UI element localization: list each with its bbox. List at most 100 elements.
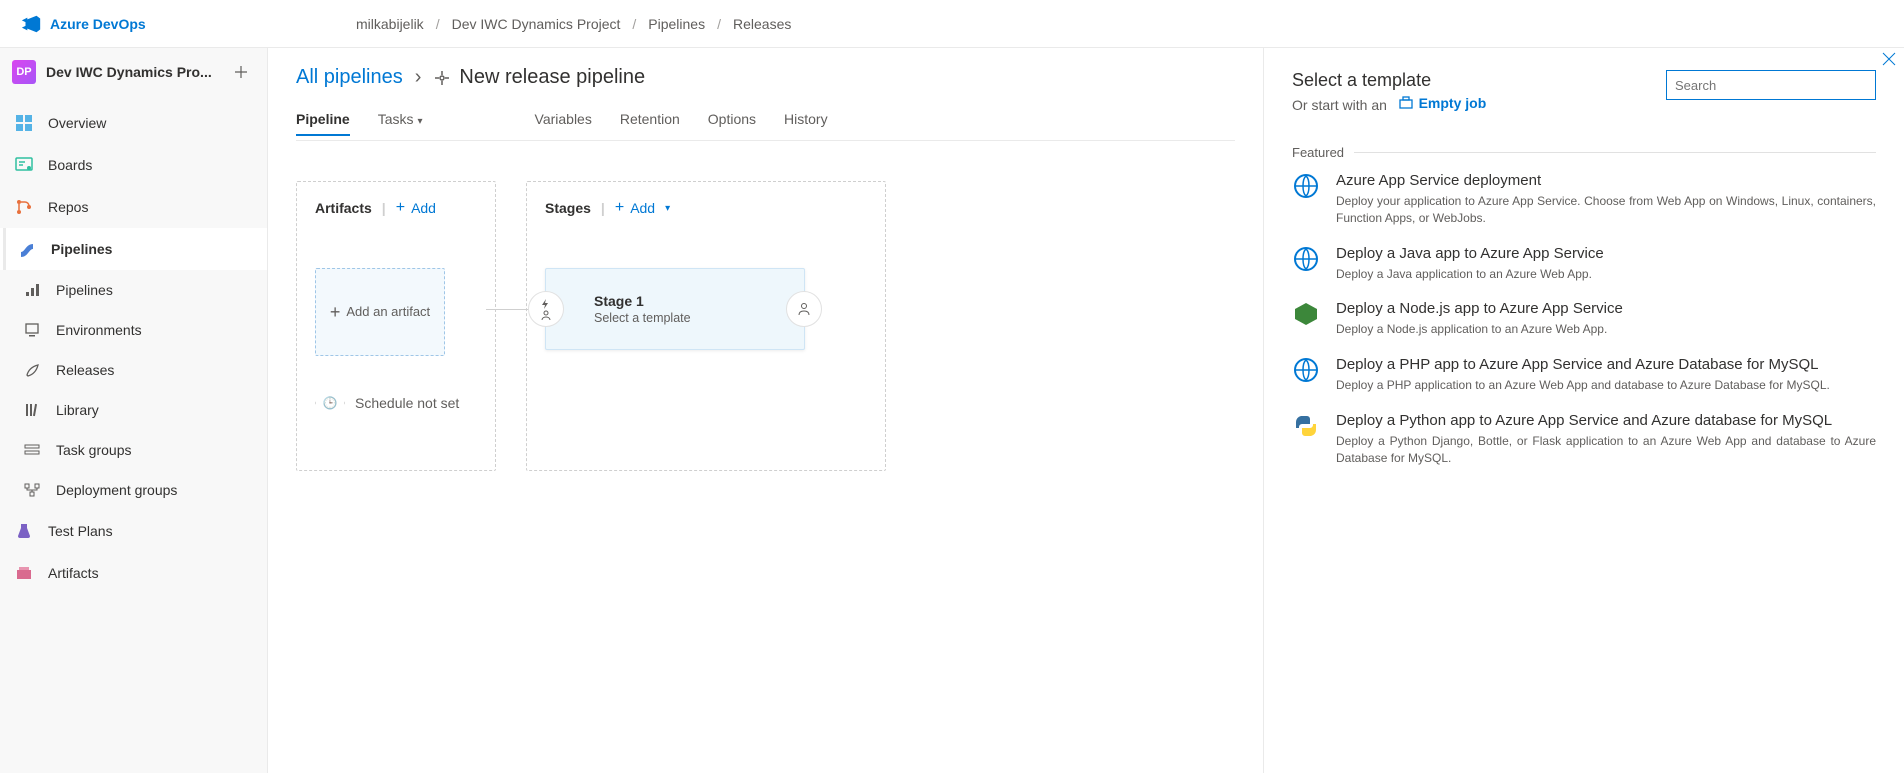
- page-title: New release pipeline: [433, 66, 645, 89]
- breadcrumb-page[interactable]: Releases: [733, 16, 791, 32]
- template-item[interactable]: Deploy a PHP app to Azure App Service an…: [1292, 356, 1876, 394]
- sidebar-item-repos[interactable]: Repos: [0, 186, 267, 228]
- sidebar-item-label: Pipelines: [51, 241, 112, 257]
- breadcrumb: milkabijelik / Dev IWC Dynamics Project …: [356, 16, 791, 32]
- sidebar-item-testplans[interactable]: Test Plans: [0, 510, 267, 552]
- tab-retention[interactable]: Retention: [620, 111, 680, 135]
- template-item[interactable]: Azure App Service deployment Deploy your…: [1292, 172, 1876, 227]
- sidebar-subitem-library[interactable]: Library: [8, 390, 267, 430]
- tab-tasks[interactable]: Tasks▾: [378, 111, 423, 135]
- template-title: Azure App Service deployment: [1336, 172, 1876, 189]
- pipelines-icon: [17, 239, 37, 259]
- tab-pipeline[interactable]: Pipeline: [296, 111, 350, 135]
- content-area: All pipelines › New release pipeline Pip…: [268, 48, 1264, 773]
- trigger-icon: [540, 299, 552, 309]
- new-item-button[interactable]: [227, 58, 255, 86]
- post-deployment-conditions-button[interactable]: [786, 291, 822, 327]
- chevron-down-icon: ▾: [417, 116, 422, 127]
- python-icon: [1292, 412, 1320, 440]
- add-artifact-link[interactable]: +Add: [396, 200, 436, 216]
- sidebar-item-label: Boards: [48, 157, 92, 173]
- tab-variables[interactable]: Variables: [535, 111, 592, 135]
- library-icon: [22, 400, 42, 420]
- search-input[interactable]: [1666, 70, 1876, 100]
- release-pipeline-icon: [433, 69, 451, 87]
- tabs: Pipeline Tasks▾ Variables Retention Opti…: [296, 105, 1235, 141]
- stage-card[interactable]: Stage 1 Select a template: [545, 268, 805, 350]
- sidebar-item-label: Test Plans: [48, 523, 113, 539]
- panel-title: Select a template: [1292, 70, 1486, 91]
- stage-title: Stage 1: [594, 293, 691, 309]
- sidebar-subitem-environments[interactable]: Environments: [8, 310, 267, 350]
- person-icon: [540, 310, 552, 320]
- template-item[interactable]: Deploy a Node.js app to Azure App Servic…: [1292, 300, 1876, 338]
- pre-deployment-conditions-button[interactable]: [528, 291, 564, 327]
- sidebar-item-overview[interactable]: Overview: [0, 102, 267, 144]
- logo-area[interactable]: Azure DevOps: [20, 13, 280, 35]
- stages-header: Stages: [545, 200, 591, 216]
- plus-icon: +: [615, 200, 624, 216]
- sidebar-item-boards[interactable]: Boards: [0, 144, 267, 186]
- breadcrumb-sep: /: [632, 16, 636, 32]
- template-title: Deploy a PHP app to Azure App Service an…: [1336, 356, 1830, 373]
- breadcrumb-org[interactable]: milkabijelik: [356, 16, 424, 32]
- project-badge: DP: [12, 60, 36, 84]
- template-desc: Deploy a Node.js application to an Azure…: [1336, 321, 1623, 338]
- empty-job-link[interactable]: Empty job: [1399, 95, 1487, 111]
- sidebar-subitem-label: Library: [56, 402, 99, 418]
- sidebar-item-label: Repos: [48, 199, 88, 215]
- person-icon: [797, 302, 811, 316]
- chevron-down-icon: ▾: [665, 203, 670, 214]
- sidebar-subitem-taskgroups[interactable]: Task groups: [8, 430, 267, 470]
- add-stage-link[interactable]: +Add▾: [615, 200, 670, 216]
- project-row[interactable]: DP Dev IWC Dynamics Pro...: [0, 48, 267, 96]
- schedule-box[interactable]: 🕒 Schedule not set: [315, 388, 477, 418]
- add-artifact-box[interactable]: + Add an artifact: [315, 268, 445, 356]
- sidebar-subitem-deploymentgroups[interactable]: Deployment groups: [8, 470, 267, 510]
- sidebar-item-artifacts[interactable]: Artifacts: [0, 552, 267, 594]
- environments-icon: [22, 320, 42, 340]
- overview-icon: [14, 113, 34, 133]
- sidebar-subitem-releases[interactable]: Releases: [8, 350, 267, 390]
- template-list: Azure App Service deployment Deploy your…: [1292, 172, 1876, 467]
- panel-subtitle: Or start with an Empty job: [1292, 95, 1486, 113]
- plus-icon: [234, 65, 248, 79]
- template-desc: Deploy a Python Django, Bottle, or Flask…: [1336, 433, 1876, 467]
- breadcrumb-project[interactable]: Dev IWC Dynamics Project: [452, 16, 621, 32]
- artifacts-icon: [14, 563, 34, 583]
- sidebar-subitem-label: Deployment groups: [56, 482, 177, 498]
- add-artifact-text: Add an artifact: [346, 304, 430, 320]
- product-name: Azure DevOps: [50, 16, 146, 32]
- plus-icon: +: [396, 200, 405, 216]
- section-featured: Featured: [1292, 145, 1876, 160]
- sidebar-subitem-pipelines[interactable]: Pipelines: [8, 270, 267, 310]
- breadcrumb-sep: /: [436, 16, 440, 32]
- azure-devops-logo-icon: [20, 13, 42, 35]
- all-pipelines-link[interactable]: All pipelines: [296, 66, 403, 89]
- breadcrumb-area[interactable]: Pipelines: [648, 16, 705, 32]
- template-panel: Select a template Or start with an Empty…: [1264, 48, 1904, 773]
- boards-icon: [14, 155, 34, 175]
- template-desc: Deploy a PHP application to an Azure Web…: [1336, 377, 1830, 394]
- template-desc: Deploy your application to Azure App Ser…: [1336, 193, 1876, 227]
- template-item[interactable]: Deploy a Python app to Azure App Service…: [1292, 412, 1876, 467]
- azure-appservice-icon: [1292, 172, 1320, 200]
- releases-icon: [22, 360, 42, 380]
- sidebar-subitem-label: Releases: [56, 362, 114, 378]
- close-button[interactable]: [1878, 48, 1900, 70]
- page-title-row: All pipelines › New release pipeline: [296, 66, 1235, 89]
- testplans-icon: [14, 521, 34, 541]
- tab-options[interactable]: Options: [708, 111, 756, 135]
- sidebar-item-label: Overview: [48, 115, 106, 131]
- template-item[interactable]: Deploy a Java app to Azure App Service D…: [1292, 245, 1876, 283]
- repos-icon: [14, 197, 34, 217]
- builds-icon: [22, 280, 42, 300]
- sidebar-item-pipelines[interactable]: Pipelines: [0, 228, 267, 270]
- sidebar: DP Dev IWC Dynamics Pro... Overview Boar…: [0, 48, 268, 773]
- tab-history[interactable]: History: [784, 111, 828, 135]
- deploymentgroups-icon: [22, 480, 42, 500]
- plus-icon: +: [330, 302, 341, 323]
- chevron-right-icon: ›: [415, 66, 422, 89]
- stages-panel: Stages | +Add▾ Stage 1: [526, 181, 886, 471]
- artifacts-header: Artifacts: [315, 200, 372, 216]
